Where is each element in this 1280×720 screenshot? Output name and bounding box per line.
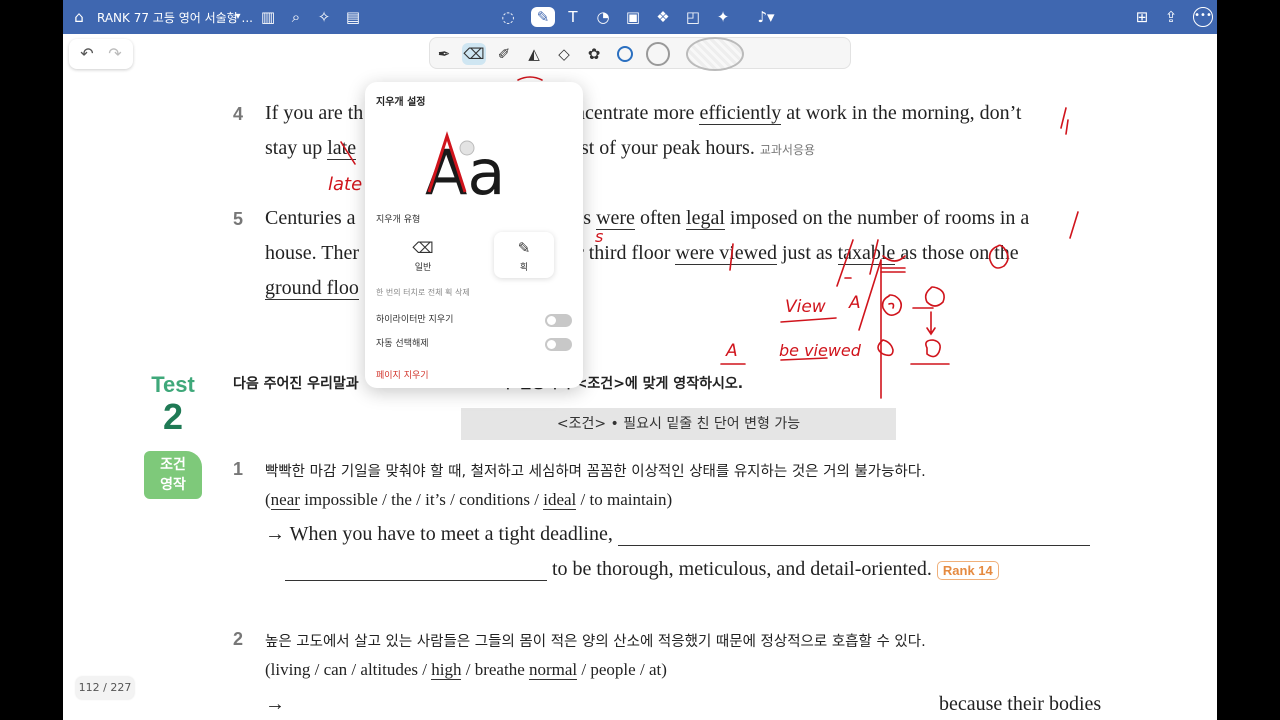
ink-stroke [926, 311, 936, 336]
q5-line3: ground floo [265, 277, 359, 300]
ink-stroke [780, 357, 828, 361]
eraser-type-desc: 한 번의 터치로 전체 획 삭제 [376, 288, 470, 297]
mic-icon[interactable]: ♪▾ [751, 7, 781, 27]
eraser-tool-icon[interactable]: ⌫ [462, 43, 486, 65]
ink-stroke [517, 76, 543, 81]
ink-stroke [858, 259, 882, 331]
lasso-icon[interactable]: ◌ [498, 7, 518, 27]
sticker-tool-icon[interactable]: ✿ [582, 43, 606, 65]
document-icon[interactable]: ▤ [343, 7, 363, 27]
undo-icon[interactable]: ↶ [75, 44, 99, 64]
top-toolbar: ⌂ RANK 77 고등 영어 서술형 ... ▾ ▥ ⌕ ✧ ▤ ◌ ✎ T … [63, 0, 1217, 34]
q5-number: 5 [233, 209, 244, 229]
ink-stroke [881, 294, 903, 316]
redo-icon[interactable]: ↷ [103, 44, 127, 64]
app-window: ⌂ RANK 77 고등 영어 서술형 ... ▾ ▥ ⌕ ✧ ▤ ◌ ✎ T … [63, 0, 1217, 720]
toggle-row-highlighter: 하이라이터만 지우기 [376, 312, 572, 328]
auto-deselect-toggle[interactable] [545, 338, 572, 351]
ink-stroke [1069, 211, 1079, 239]
elements-icon[interactable]: ❖ [653, 7, 673, 27]
p2-korean: 높은 고도에서 살고 있는 사람들은 그들의 몸이 적은 양의 산소에 적응했기… [265, 634, 926, 650]
home-icon[interactable]: ⌂ [69, 7, 89, 27]
eraser-type-title: 지우개 유형 [376, 215, 421, 225]
ink-stroke [877, 339, 894, 357]
eraser-type-stroke[interactable]: ✎ 획 [494, 232, 554, 278]
highlighter-only-toggle[interactable] [545, 314, 572, 327]
shape-tool-icon[interactable]: ◇ [552, 43, 576, 65]
answer-blank[interactable] [285, 563, 547, 581]
fill-tool-icon[interactable]: ◭ [522, 43, 546, 65]
ink-note-view: View [785, 297, 826, 317]
popup-title: 지우개 설정 [376, 97, 426, 108]
size-small[interactable] [617, 46, 633, 62]
ink-note-be-viewed: be viewed [779, 341, 862, 360]
test-number: 2 [162, 396, 184, 437]
source-tag: 교과서응용 [759, 143, 816, 157]
search-icon[interactable]: ⌕ [286, 7, 306, 27]
size-large[interactable] [686, 37, 744, 71]
textbox-icon[interactable]: T [563, 7, 583, 27]
p1-korean: 빡빡한 마감 기일을 맞춰야 할 때, 철저하고 세심하며 꼼꼼한 이상적인 상… [265, 464, 926, 480]
laser-icon[interactable]: ✦ [713, 7, 733, 27]
eraser-type-normal[interactable]: ⌫ 일반 [393, 232, 453, 278]
image-icon[interactable]: ▣ [623, 7, 643, 27]
share-icon[interactable]: ⇪ [1161, 7, 1181, 27]
tool-palette: ✒ ⌫ ✐ ◭ ◇ ✿ [429, 37, 851, 71]
ink-stroke [924, 286, 945, 307]
p1-number: 1 [233, 459, 244, 479]
test-label: Test [151, 372, 195, 397]
shapes-icon[interactable]: ◔ [593, 7, 613, 27]
ink-stroke [780, 307, 934, 323]
eraser-settings-popup: 지우개 설정 Aa 지우개 유형 ⌫ 일반 ✎ 획 한 번의 터치로 전체 획 … [365, 82, 583, 388]
add-page-icon[interactable]: ⊞ [1132, 7, 1152, 27]
eraser-cursor [459, 140, 475, 156]
pen-tool-icon[interactable]: ✒ [432, 43, 456, 65]
p1-answer-line2: to be thorough, meticulous, and detail-o… [285, 558, 999, 581]
eraser-icon: ⌫ [412, 239, 434, 257]
ink-note-a2: A [725, 341, 738, 361]
size-medium[interactable] [646, 42, 670, 66]
p1-hint-words: (near impossible / the / it’s / conditio… [265, 490, 673, 510]
answer-blank[interactable] [617, 528, 1090, 546]
q4-number: 4 [233, 104, 244, 124]
highlighter-tool-icon[interactable]: ✐ [492, 43, 516, 65]
undo-redo-group: ↶ ↷ [69, 39, 133, 69]
ink-stroke [925, 339, 941, 358]
p1-answer-line1: → When you have to meet a tight deadline… [265, 523, 1090, 546]
rank-badge: Rank 14 [936, 560, 999, 580]
more-icon[interactable]: ••• [1193, 7, 1213, 27]
eraser-sample-preview: Aa [425, 131, 505, 208]
ink-note-a1: A [848, 293, 861, 313]
sidebar-icon[interactable]: ▥ [258, 7, 278, 27]
condition-box: <조건> • 필요시 밑줄 친 단어 변형 가능 [461, 408, 896, 440]
ink-note-late: late [328, 174, 362, 195]
sticker-icon[interactable]: ◰ [683, 7, 703, 27]
page-indicator[interactable]: 112 / 227 [76, 677, 134, 699]
p2-answer-arrow: → [265, 693, 285, 715]
chevron-down-icon[interactable]: ▾ [228, 7, 248, 27]
p2-number: 2 [233, 629, 244, 649]
pen-icon[interactable]: ✎ [531, 7, 555, 27]
stroke-eraser-icon: ✎ [517, 239, 531, 257]
magic-icon[interactable]: ✧ [314, 7, 334, 27]
toggle-row-autodeselect: 자동 선택해제 [376, 336, 572, 352]
ink-stroke [1060, 107, 1069, 135]
p2-answer-end: because their bodies [939, 693, 1102, 715]
p2-hint-words: (living / can / altitudes / high / breat… [265, 660, 667, 680]
test-category-tab: 조건 영작 [144, 451, 202, 499]
clear-page-button[interactable]: 페이지 지우기 [376, 368, 429, 381]
